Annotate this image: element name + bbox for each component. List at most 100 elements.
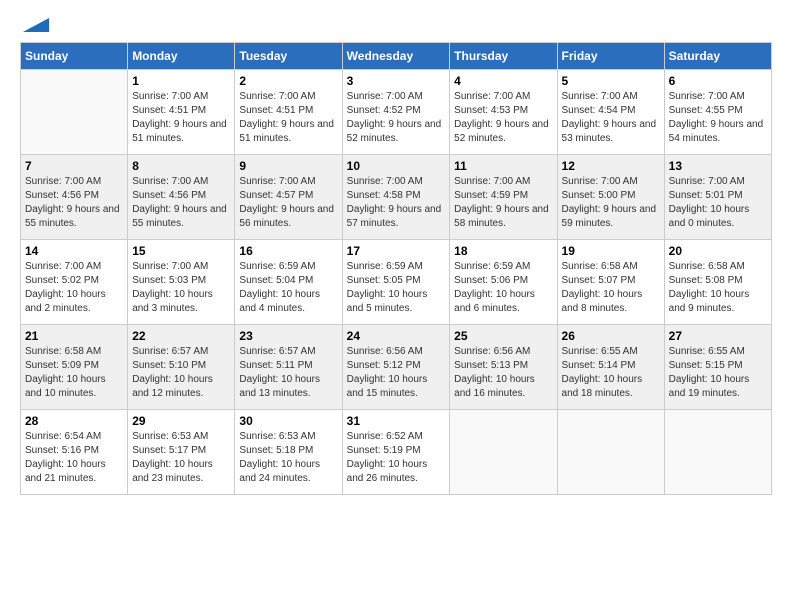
day-info: Sunrise: 6:59 AMSunset: 5:04 PMDaylight:… [239, 260, 337, 316]
calendar-table: SundayMondayTuesdayWednesdayThursdayFrid… [20, 42, 772, 495]
calendar-cell: 30 Sunrise: 6:53 AMSunset: 5:18 PMDaylig… [235, 410, 342, 495]
day-number: 8 [132, 159, 230, 173]
weekday-header: Saturday [664, 43, 771, 70]
weekday-header: Wednesday [342, 43, 450, 70]
day-number: 15 [132, 244, 230, 258]
calendar-cell: 27 Sunrise: 6:55 AMSunset: 5:15 PMDaylig… [664, 325, 771, 410]
day-info: Sunrise: 6:58 AMSunset: 5:08 PMDaylight:… [669, 260, 767, 316]
day-info: Sunrise: 7:00 AMSunset: 4:52 PMDaylight:… [347, 90, 446, 146]
calendar-cell: 16 Sunrise: 6:59 AMSunset: 5:04 PMDaylig… [235, 240, 342, 325]
weekday-header: Sunday [21, 43, 128, 70]
calendar-cell: 12 Sunrise: 7:00 AMSunset: 5:00 PMDaylig… [557, 155, 664, 240]
day-number: 29 [132, 414, 230, 428]
day-number: 18 [454, 244, 552, 258]
calendar-cell: 28 Sunrise: 6:54 AMSunset: 5:16 PMDaylig… [21, 410, 128, 495]
calendar-cell: 15 Sunrise: 7:00 AMSunset: 5:03 PMDaylig… [128, 240, 235, 325]
day-info: Sunrise: 7:00 AMSunset: 5:02 PMDaylight:… [25, 260, 123, 316]
day-number: 19 [562, 244, 660, 258]
day-number: 12 [562, 159, 660, 173]
day-number: 28 [25, 414, 123, 428]
logo [20, 20, 50, 32]
day-info: Sunrise: 6:58 AMSunset: 5:09 PMDaylight:… [25, 345, 123, 401]
weekday-header: Thursday [450, 43, 557, 70]
day-number: 3 [347, 74, 446, 88]
logo-icon [22, 18, 50, 32]
day-info: Sunrise: 6:52 AMSunset: 5:19 PMDaylight:… [347, 430, 446, 486]
calendar-cell: 1 Sunrise: 7:00 AMSunset: 4:51 PMDayligh… [128, 70, 235, 155]
calendar-week-row: 28 Sunrise: 6:54 AMSunset: 5:16 PMDaylig… [21, 410, 772, 495]
day-number: 23 [239, 329, 337, 343]
day-number: 20 [669, 244, 767, 258]
calendar-cell [557, 410, 664, 495]
day-info: Sunrise: 6:55 AMSunset: 5:14 PMDaylight:… [562, 345, 660, 401]
day-number: 17 [347, 244, 446, 258]
day-number: 26 [562, 329, 660, 343]
day-info: Sunrise: 6:58 AMSunset: 5:07 PMDaylight:… [562, 260, 660, 316]
day-number: 31 [347, 414, 446, 428]
weekday-header: Monday [128, 43, 235, 70]
day-number: 24 [347, 329, 446, 343]
calendar-cell: 9 Sunrise: 7:00 AMSunset: 4:57 PMDayligh… [235, 155, 342, 240]
calendar-cell: 5 Sunrise: 7:00 AMSunset: 4:54 PMDayligh… [557, 70, 664, 155]
day-info: Sunrise: 7:00 AMSunset: 4:56 PMDaylight:… [132, 175, 230, 231]
day-info: Sunrise: 6:56 AMSunset: 5:12 PMDaylight:… [347, 345, 446, 401]
calendar-cell: 23 Sunrise: 6:57 AMSunset: 5:11 PMDaylig… [235, 325, 342, 410]
calendar-cell: 21 Sunrise: 6:58 AMSunset: 5:09 PMDaylig… [21, 325, 128, 410]
calendar-cell: 7 Sunrise: 7:00 AMSunset: 4:56 PMDayligh… [21, 155, 128, 240]
calendar-cell: 2 Sunrise: 7:00 AMSunset: 4:51 PMDayligh… [235, 70, 342, 155]
calendar-cell: 20 Sunrise: 6:58 AMSunset: 5:08 PMDaylig… [664, 240, 771, 325]
calendar-cell: 17 Sunrise: 6:59 AMSunset: 5:05 PMDaylig… [342, 240, 450, 325]
calendar-cell: 22 Sunrise: 6:57 AMSunset: 5:10 PMDaylig… [128, 325, 235, 410]
day-number: 5 [562, 74, 660, 88]
day-number: 10 [347, 159, 446, 173]
day-number: 13 [669, 159, 767, 173]
day-info: Sunrise: 7:00 AMSunset: 4:57 PMDaylight:… [239, 175, 337, 231]
day-info: Sunrise: 7:00 AMSunset: 4:51 PMDaylight:… [132, 90, 230, 146]
calendar-cell: 18 Sunrise: 6:59 AMSunset: 5:06 PMDaylig… [450, 240, 557, 325]
day-info: Sunrise: 7:00 AMSunset: 4:55 PMDaylight:… [669, 90, 767, 146]
day-number: 14 [25, 244, 123, 258]
calendar-cell: 19 Sunrise: 6:58 AMSunset: 5:07 PMDaylig… [557, 240, 664, 325]
day-number: 6 [669, 74, 767, 88]
calendar-cell: 11 Sunrise: 7:00 AMSunset: 4:59 PMDaylig… [450, 155, 557, 240]
calendar-week-row: 14 Sunrise: 7:00 AMSunset: 5:02 PMDaylig… [21, 240, 772, 325]
day-info: Sunrise: 7:00 AMSunset: 5:03 PMDaylight:… [132, 260, 230, 316]
day-number: 27 [669, 329, 767, 343]
calendar-week-row: 21 Sunrise: 6:58 AMSunset: 5:09 PMDaylig… [21, 325, 772, 410]
calendar-cell: 24 Sunrise: 6:56 AMSunset: 5:12 PMDaylig… [342, 325, 450, 410]
calendar-cell: 13 Sunrise: 7:00 AMSunset: 5:01 PMDaylig… [664, 155, 771, 240]
day-info: Sunrise: 7:00 AMSunset: 4:51 PMDaylight:… [239, 90, 337, 146]
day-info: Sunrise: 6:59 AMSunset: 5:06 PMDaylight:… [454, 260, 552, 316]
day-info: Sunrise: 6:57 AMSunset: 5:11 PMDaylight:… [239, 345, 337, 401]
day-number: 22 [132, 329, 230, 343]
day-info: Sunrise: 7:00 AMSunset: 4:58 PMDaylight:… [347, 175, 446, 231]
calendar-week-row: 7 Sunrise: 7:00 AMSunset: 4:56 PMDayligh… [21, 155, 772, 240]
day-number: 16 [239, 244, 337, 258]
calendar-cell [664, 410, 771, 495]
day-info: Sunrise: 6:57 AMSunset: 5:10 PMDaylight:… [132, 345, 230, 401]
day-number: 1 [132, 74, 230, 88]
calendar-header: SundayMondayTuesdayWednesdayThursdayFrid… [21, 43, 772, 70]
calendar-cell: 14 Sunrise: 7:00 AMSunset: 5:02 PMDaylig… [21, 240, 128, 325]
day-info: Sunrise: 7:00 AMSunset: 4:53 PMDaylight:… [454, 90, 552, 146]
page-header [20, 20, 772, 32]
calendar-cell: 25 Sunrise: 6:56 AMSunset: 5:13 PMDaylig… [450, 325, 557, 410]
day-info: Sunrise: 6:59 AMSunset: 5:05 PMDaylight:… [347, 260, 446, 316]
day-number: 21 [25, 329, 123, 343]
calendar-cell: 31 Sunrise: 6:52 AMSunset: 5:19 PMDaylig… [342, 410, 450, 495]
day-number: 2 [239, 74, 337, 88]
calendar-cell: 26 Sunrise: 6:55 AMSunset: 5:14 PMDaylig… [557, 325, 664, 410]
calendar-cell: 29 Sunrise: 6:53 AMSunset: 5:17 PMDaylig… [128, 410, 235, 495]
day-number: 30 [239, 414, 337, 428]
weekday-header: Friday [557, 43, 664, 70]
day-number: 7 [25, 159, 123, 173]
day-info: Sunrise: 7:00 AMSunset: 5:01 PMDaylight:… [669, 175, 767, 231]
day-info: Sunrise: 7:00 AMSunset: 4:56 PMDaylight:… [25, 175, 123, 231]
day-number: 11 [454, 159, 552, 173]
calendar-week-row: 1 Sunrise: 7:00 AMSunset: 4:51 PMDayligh… [21, 70, 772, 155]
calendar-cell: 3 Sunrise: 7:00 AMSunset: 4:52 PMDayligh… [342, 70, 450, 155]
day-info: Sunrise: 6:54 AMSunset: 5:16 PMDaylight:… [25, 430, 123, 486]
calendar-cell: 4 Sunrise: 7:00 AMSunset: 4:53 PMDayligh… [450, 70, 557, 155]
day-info: Sunrise: 6:56 AMSunset: 5:13 PMDaylight:… [454, 345, 552, 401]
weekday-header: Tuesday [235, 43, 342, 70]
